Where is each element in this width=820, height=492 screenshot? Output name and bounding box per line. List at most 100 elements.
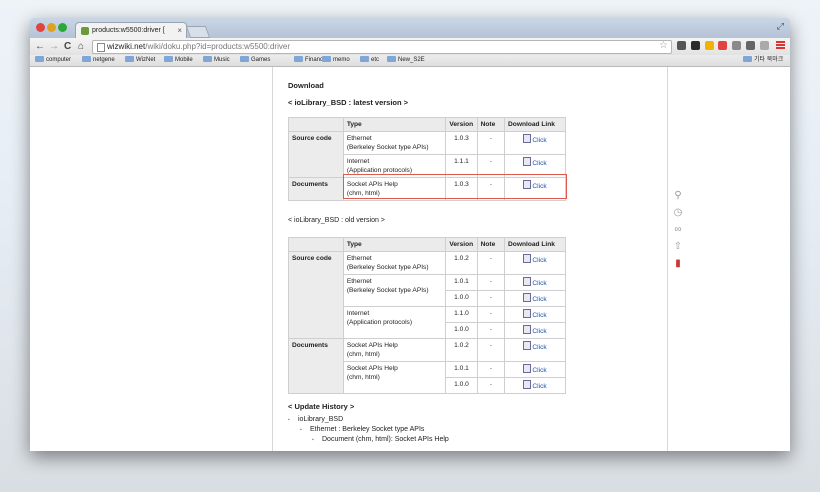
page-viewport: ⚲ ◷ ∞ ⇧ ▮ Download < ioLibrary_BSD : lat… (30, 67, 790, 451)
back-button[interactable]: ← (35, 41, 45, 52)
download-cell: Click (504, 290, 566, 307)
table-row: Source code Ethernet (Berkeley Socket typ… (288, 251, 566, 339)
table-header-cell: Download Link (504, 117, 566, 132)
table-header-row: Type Version Note Download Link (288, 237, 566, 252)
extension-icon[interactable] (705, 41, 714, 50)
download-link[interactable]: Click (523, 325, 547, 335)
row-group-label: Documents (288, 177, 344, 201)
note-cell: - (476, 251, 506, 275)
type-cell: Ethernet (Berkeley Socket type APIs) (342, 131, 447, 155)
bookmark-folder[interactable]: computer (35, 56, 71, 65)
note-cell: - (476, 290, 506, 307)
version-cell: 1.1.0 (445, 306, 478, 323)
bookmark-folder[interactable]: New_S2E (387, 56, 425, 65)
extension-icon[interactable] (677, 41, 686, 50)
note-cell: - (476, 338, 506, 362)
wiki-page: Download < ioLibrary_BSD : latest versio… (273, 67, 667, 451)
search-icon[interactable]: ⚲ (672, 190, 684, 202)
export-pdf-icon[interactable]: ▮ (672, 258, 684, 270)
table-header-cell: Download Link (504, 237, 566, 252)
download-link[interactable]: Click (523, 364, 547, 374)
note-cell: - (476, 377, 506, 394)
download-cell: Click (504, 338, 566, 362)
download-link[interactable]: Click (523, 341, 547, 351)
list-item: ioLibrary_BSD (288, 415, 449, 425)
type-cell: Ethernet (Berkeley Socket type APIs) (342, 251, 447, 275)
note-cell: - (476, 322, 506, 339)
extension-icon[interactable] (760, 41, 769, 50)
download-link[interactable]: Click (523, 309, 547, 319)
table-row: Source code Ethernet (Berkeley Socket typ… (288, 131, 566, 178)
bookmark-folder[interactable]: etc (360, 56, 379, 65)
bookmark-folder[interactable]: memo (322, 56, 350, 65)
bookmark-folder[interactable]: Games (240, 56, 270, 65)
minimize-window-button[interactable] (47, 23, 56, 32)
forward-button[interactable]: → (49, 41, 59, 52)
latest-version-heading: < ioLibrary_BSD : latest version > (288, 98, 409, 107)
wrench-icon[interactable] (746, 41, 755, 50)
table-header-cell: Type (342, 237, 447, 252)
list-item: Document (chm, html): Socket APIs Help (312, 435, 449, 445)
extension-icon[interactable] (732, 41, 741, 50)
table-header-cell: Note (476, 237, 506, 252)
type-cell: Internet (Application protocols) (342, 306, 447, 339)
download-cell: Click (504, 251, 566, 275)
download-cell: Click (504, 322, 566, 339)
reload-button[interactable]: C (64, 41, 71, 52)
document-icon (523, 341, 532, 350)
download-link[interactable]: Click (523, 277, 547, 287)
address-bar[interactable]: wizwiki.net/wiki/doku.php?id=products:w5… (92, 40, 672, 54)
back-to-top-icon[interactable]: ⇧ (672, 241, 684, 253)
download-link[interactable]: Click (523, 380, 547, 390)
old-version-table: Type Version Note Download Link Source c… (288, 237, 566, 394)
zoom-window-button[interactable] (58, 23, 67, 32)
backlinks-icon[interactable]: ∞ (672, 224, 684, 236)
table-row: Documents Socket APIs Help (chm, html) 1.… (288, 338, 566, 394)
page-title: Download (288, 81, 324, 90)
menu-icon[interactable] (776, 41, 785, 50)
bookmark-folder[interactable]: Music (203, 56, 230, 65)
document-icon (523, 364, 532, 373)
table-header-cell: Version (445, 117, 478, 132)
tab-close-icon[interactable]: × (177, 23, 182, 39)
title-bar: products:w5500:driver [ × ⤢ (30, 18, 790, 39)
bookmark-folder[interactable]: Mobile (164, 56, 193, 65)
list-item: Ethernet : Berkeley Socket type APIs (300, 425, 449, 435)
document-icon (523, 134, 532, 143)
fullscreen-icon[interactable]: ⤢ (777, 21, 784, 32)
history-icon[interactable]: ◷ (672, 207, 684, 219)
type-cell: Socket APIs Help (chm, html) (342, 361, 447, 394)
version-cell: 1.0.1 (445, 361, 478, 378)
type-cell: Ethernet (Berkeley Socket type APIs) (342, 274, 447, 307)
type-cell: Socket APIs Help (chm, html) (342, 338, 447, 362)
download-cell: Click (504, 361, 566, 378)
version-cell: 1.0.1 (445, 274, 478, 291)
extension-icon[interactable] (718, 41, 727, 50)
bookmark-star-icon[interactable]: ☆ (659, 40, 668, 51)
table-header-cell: Type (342, 117, 447, 132)
update-history-heading: < Update History > (288, 402, 355, 411)
download-cell: Click (504, 377, 566, 394)
old-version-heading: < ioLibrary_BSD : old version > (288, 217, 385, 224)
new-tab-button[interactable] (185, 26, 211, 38)
other-bookmarks[interactable]: 기타 북마크 (743, 56, 783, 65)
note-cell: - (476, 131, 506, 155)
note-cell: - (476, 306, 506, 323)
version-cell: 1.0.2 (445, 251, 478, 275)
extension-icon[interactable] (691, 41, 700, 50)
close-window-button[interactable] (36, 23, 45, 32)
download-link[interactable]: Click (523, 157, 547, 167)
table-header-cell (288, 117, 344, 132)
browser-tab[interactable]: products:w5500:driver [ × (75, 22, 187, 39)
download-link[interactable]: Click (523, 134, 547, 144)
browser-window: products:w5500:driver [ × ⤢ ← → C ⌂ wizw… (30, 18, 790, 451)
download-link[interactable]: Click (523, 254, 547, 264)
home-button[interactable]: ⌂ (78, 41, 84, 52)
table-header-cell: Version (445, 237, 478, 252)
table-header-row: Type Version Note Download Link (288, 117, 566, 132)
download-link[interactable]: Click (523, 293, 547, 303)
bookmark-folder[interactable]: netgene (82, 56, 115, 65)
bookmark-folder[interactable]: WizNet (125, 56, 155, 65)
document-icon (523, 309, 532, 318)
version-cell: 1.0.2 (445, 338, 478, 362)
